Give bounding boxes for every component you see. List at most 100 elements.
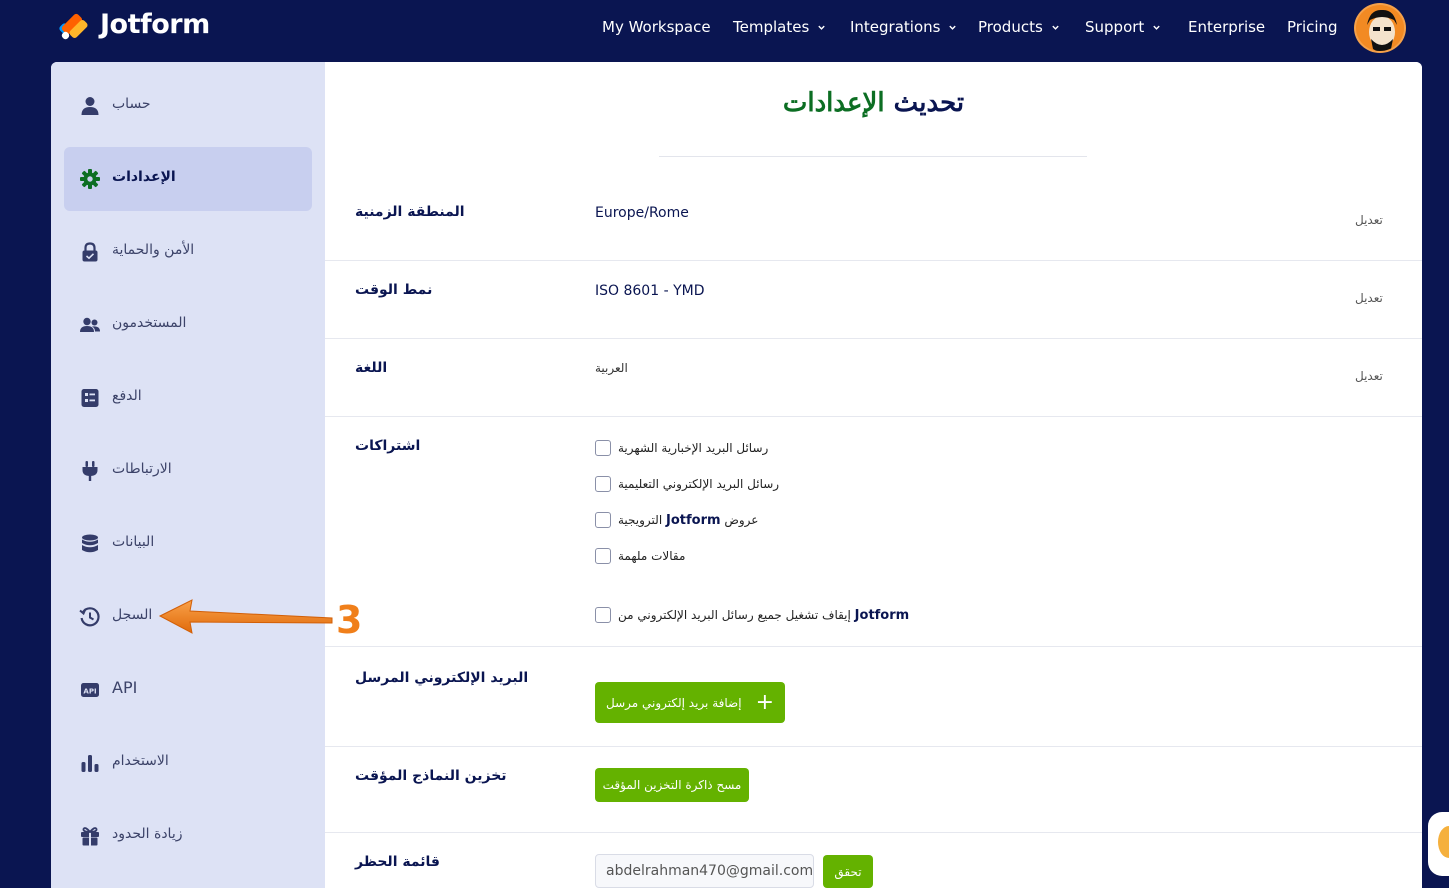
checkbox[interactable] [595,476,611,492]
form-cache-label: تخزين النماذج المؤقت [355,768,507,784]
row-divider [325,260,1422,261]
gift-icon [81,827,99,846]
verify-button[interactable]: تحقق [823,855,873,888]
language-value: العربية [595,361,628,375]
chevron-down-icon [949,25,957,30]
blocklist-label: قائمة الحظر [355,854,440,870]
checkbox-label-brand: Jotform [854,607,910,623]
sidebar-item-label: الاستخدام [112,753,169,769]
checkbox[interactable] [595,440,611,456]
plus-icon: + [755,689,775,715]
checkbox[interactable] [595,512,611,528]
checkbox[interactable] [595,548,611,564]
nav-integrations[interactable]: Integrations [850,18,957,36]
annotation-arrow-icon [158,599,333,634]
sidebar-item-account[interactable]: حساب [64,74,312,138]
nav-pricing[interactable]: Pricing [1287,18,1338,36]
sidebar-item-label: البيانات [112,534,155,550]
row-divider [325,746,1422,747]
sidebar-item-label: الدفع [112,388,142,404]
history-icon [79,607,100,627]
jotform-logo[interactable]: Jotform [58,9,210,40]
bar-chart-icon [81,755,99,772]
chevron-down-icon [818,25,825,30]
checkbox-label-part: إيقاف تشغيل جميع رسائل البريد الإلكتروني… [618,607,851,622]
add-sender-email-button[interactable]: إضافة بريد إلكتروني مرسل + [595,682,785,723]
lock-icon [82,242,98,262]
checkbox-label: مقالات ملهمة [618,549,686,563]
blocklist-email-input[interactable]: abdelrahman470@gmail.com [595,854,814,888]
chevron-down-icon [1153,25,1161,30]
subscription-option-educational[interactable]: رسائل البريد الإلكتروني التعليمية [595,476,779,492]
sidebar-item-upgrade[interactable]: زيادة الحدود [64,804,312,868]
checkbox-label-part: الترويجية [618,512,663,527]
unsubscribe-all-option[interactable]: إيقاف تشغيل جميع رسائل البريد الإلكتروني… [595,607,909,623]
sidebar-item-security[interactable]: الأمن والحماية [64,220,312,284]
checkbox-label-brand: Jotform [666,512,721,528]
sidebar-item-label: السجل [112,607,153,623]
sidebar-item-connections[interactable]: الارتباطات [64,439,312,503]
clear-cache-button[interactable]: مسح ذاكرة التخزين المؤقت [595,768,749,802]
page-title-part1: تحديث [893,88,965,118]
row-divider [325,832,1422,833]
button-label: إضافة بريد إلكتروني مرسل [605,695,742,710]
page-title-highlight: الإعدادات [782,88,885,118]
settings-sidebar: حساب الإعدادات الأمن والحماية المستخدمون… [51,62,325,888]
nav-label: Templates [733,18,810,36]
time-format-edit-link[interactable]: تعديل [1355,291,1383,305]
row-divider [325,646,1422,647]
time-format-label: نمط الوقت [355,282,433,298]
checkbox-label: إيقاف تشغيل جميع رسائل البريد الإلكتروني… [618,608,909,623]
subscription-option-articles[interactable]: مقالات ملهمة [595,548,685,564]
sidebar-item-label: زيادة الحدود [112,826,183,842]
user-icon [81,97,99,115]
row-divider [325,416,1422,417]
nav-my-workspace[interactable]: My Workspace [602,18,711,36]
page-title: تحديث الإعدادات [325,88,1422,118]
subscription-option-newsletter[interactable]: رسائل البريد الإخبارية الشهرية [595,440,768,456]
sidebar-item-label: الأمن والحماية [112,242,195,258]
timezone-label: المنطقة الزمنية [355,204,465,220]
top-navbar: Jotform My Workspace Templates Integrati… [0,0,1449,56]
button-label: تحقق [834,864,862,879]
row-divider [325,338,1422,339]
sidebar-item-settings[interactable]: الإعدادات [64,147,312,211]
nav-enterprise[interactable]: Enterprise [1188,18,1265,36]
account-panel: حساب الإعدادات الأمن والحماية المستخدمون… [51,62,1422,888]
sidebar-item-payment[interactable]: الدفع [64,366,312,430]
sidebar-item-users[interactable]: المستخدمون [64,293,312,357]
timezone-edit-link[interactable]: تعديل [1355,213,1383,227]
timezone-value: Europe/Rome [595,205,689,221]
nav-label: Integrations [850,18,941,36]
users-icon [80,317,100,332]
language-edit-link[interactable]: تعديل [1355,369,1383,383]
nav-label: My Workspace [602,18,711,36]
nav-label: Products [978,18,1043,36]
database-icon [82,534,98,553]
svg-text:API: API [83,687,96,695]
nav-templates[interactable]: Templates [733,18,826,36]
button-label: مسح ذاكرة التخزين المؤقت [602,778,742,792]
nav-label: Support [1085,18,1145,36]
subscription-option-promotions[interactable]: الترويجية Jotform عروض [595,512,758,528]
language-label: اللغة [355,360,388,376]
plug-icon [82,461,98,481]
sidebar-item-data[interactable]: البيانات [64,512,312,576]
nav-support[interactable]: Support [1085,18,1161,36]
api-icon: API [81,683,99,697]
gear-icon [80,169,100,189]
nav-label: Pricing [1287,18,1338,36]
logo-text: Jotform [100,9,210,40]
checkbox[interactable] [595,607,611,623]
checkbox-label: الترويجية Jotform عروض [618,513,758,528]
sidebar-item-label: المستخدمون [112,315,187,331]
invoice-icon [81,389,99,407]
nav-label: Enterprise [1188,18,1266,36]
sidebar-item-api[interactable]: API API [64,658,312,722]
time-format-value: ISO 8601 - YMD [595,283,705,299]
nav-products[interactable]: Products [978,18,1060,36]
subscriptions-label: اشتراكات [355,438,421,454]
sidebar-item-usage[interactable]: الاستخدام [64,731,312,795]
user-avatar[interactable] [1354,3,1406,53]
checkbox-label: رسائل البريد الإلكتروني التعليمية [618,477,780,491]
